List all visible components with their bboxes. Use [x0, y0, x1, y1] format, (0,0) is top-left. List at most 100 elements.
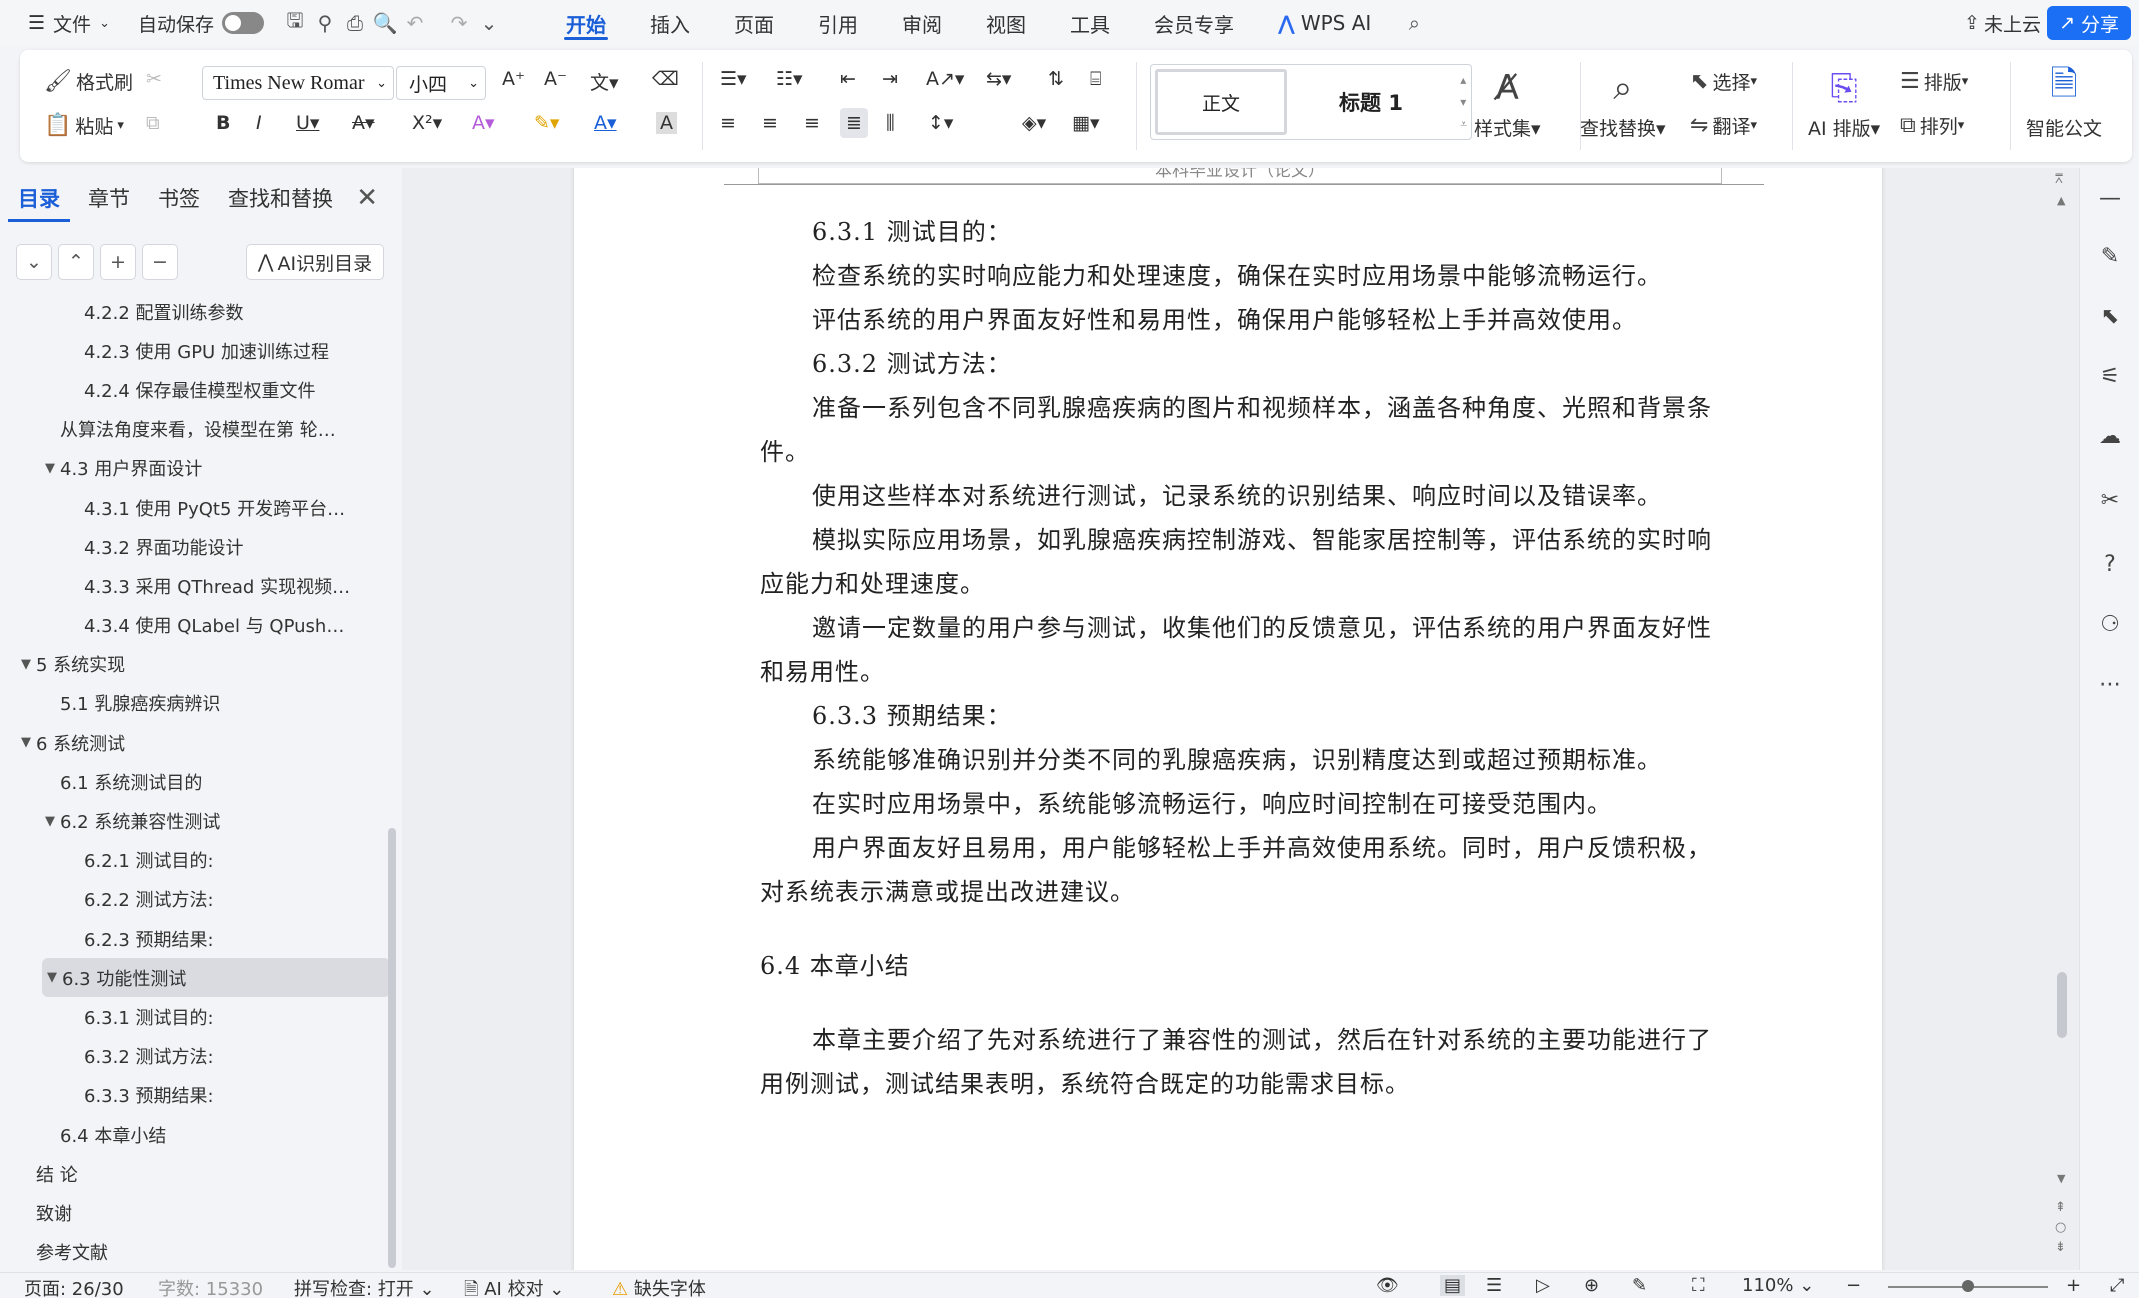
superscript-icon[interactable]: X²▾ — [412, 112, 442, 134]
toc-item[interactable]: 6.2.1 测试目的: — [0, 841, 390, 880]
zoom-in-icon[interactable]: + — [2066, 1275, 2081, 1296]
remove-icon[interactable]: − — [142, 244, 178, 280]
show-marks-icon[interactable]: ⌸ — [1090, 68, 1101, 90]
numbered-list-icon[interactable]: ☷▾ — [776, 68, 803, 90]
toc-item[interactable]: 6.4 本章小结 — [0, 1115, 390, 1154]
clothing-icon[interactable]: ⚆ — [2094, 608, 2126, 640]
select-button[interactable]: ⬉ 选择 ▾ — [1690, 68, 1757, 95]
close-icon[interactable]: ✕ — [356, 183, 378, 213]
print-icon[interactable]: ⎙ — [340, 8, 370, 38]
copy-icon[interactable]: ⧉ — [146, 112, 160, 134]
expand-caret-icon[interactable]: ▼ — [40, 814, 60, 829]
toc-item[interactable]: 6.1 系统测试目的 — [0, 762, 390, 801]
doc-paragraph[interactable]: 模拟实际应用场景，如乳腺癌疾病控制游戏、智能家居控制等，评估系统的实时响应能力和… — [760, 518, 1732, 606]
page-indicator[interactable]: 页面: 26/30 — [24, 1275, 124, 1298]
sort-icon[interactable]: ⇅ — [1048, 68, 1064, 90]
settings-sliders-icon[interactable]: ⚟ — [2094, 360, 2126, 392]
page-view-icon[interactable]: ▤ — [1440, 1275, 1466, 1296]
doc-paragraph[interactable]: 6.3.1 测试目的： — [760, 210, 1732, 254]
toc-item[interactable]: ▼ 4.3 用户界面设计 — [0, 449, 390, 488]
web-view-icon[interactable]: ⊕ — [1584, 1275, 1599, 1296]
format-painter-button[interactable]: 🖌 格式刷 — [44, 68, 133, 95]
zoom-out-icon[interactable]: − — [1846, 1275, 1861, 1296]
collapse-up-icon[interactable]: ⌃ — [58, 244, 94, 280]
paste-button[interactable]: 📋 粘贴 ▾ — [44, 112, 124, 139]
autosave-toggle[interactable]: 自动保存 — [130, 0, 280, 46]
spellcheck-toggle[interactable]: 拼写检查: 打开 ⌄ — [294, 1275, 435, 1298]
toc-item[interactable]: 4.2.4 保存最佳模型权重文件 — [0, 370, 390, 409]
toc-item[interactable]: 6.3.3 预期结果: — [0, 1076, 390, 1115]
toc-item[interactable]: 参考文献 — [0, 1233, 390, 1272]
toc-item[interactable]: 4.3.1 使用 PyQt5 开发跨平台… — [0, 488, 390, 527]
toc-item[interactable]: 6.2.2 测试方法: — [0, 880, 390, 919]
share-button[interactable]: ↗ 分享 — [2047, 6, 2131, 40]
nav-tab-toc[interactable]: 目录 — [8, 174, 70, 222]
gallery-scroll-icon[interactable]: ▴ ▾ ⩡ — [1460, 69, 1467, 135]
increase-indent-icon[interactable]: ⇥ — [882, 68, 898, 90]
toc-item[interactable]: ▼ 5 系统实现 — [0, 645, 390, 684]
nav-scrollbar[interactable] — [388, 828, 396, 1268]
align-right-icon[interactable]: ≡ — [804, 112, 820, 134]
toc-item[interactable]: 4.3.4 使用 QLabel 与 QPush… — [0, 606, 390, 645]
cloud-button[interactable]: ⇪ 未上云 — [1964, 6, 2041, 40]
style-heading-1[interactable]: 标题 1 — [1301, 69, 1441, 135]
toc-item[interactable]: 5.1 乳腺癌疾病辨识 — [0, 684, 390, 723]
ai-proofread-button[interactable]: 🗎 AI 校对 ⌄ — [464, 1275, 564, 1298]
toc-item[interactable]: 4.3.3 采用 QThread 实现视频… — [0, 566, 390, 605]
cut-icon[interactable]: ✂ — [146, 68, 162, 90]
italic-icon[interactable]: I — [256, 112, 262, 134]
shrink-font-icon[interactable]: A⁻ — [544, 68, 567, 90]
find-replace-button[interactable]: ⌕ 查找替换▾ — [1580, 62, 1666, 141]
tab-wps-ai[interactable]: ⋀ WPS AI — [1256, 0, 1393, 46]
tab-page[interactable]: 页面 — [712, 0, 796, 46]
tools-icon[interactable]: ✂ — [2094, 484, 2126, 516]
ai-toc-button[interactable]: ⋀ AI识别目录 — [246, 244, 384, 280]
typeset-button[interactable]: ☰ 排版 ▾ — [1900, 68, 1968, 95]
expand-caret-icon[interactable]: ▼ — [16, 657, 36, 672]
ai-layout-button[interactable]: ⎘ AI 排版▾ — [1808, 62, 1880, 141]
expand-caret-icon[interactable]: ▼ — [40, 461, 60, 476]
font-color-icon[interactable]: A▾ — [594, 112, 617, 134]
align-left-icon[interactable]: ≡ — [720, 112, 736, 134]
shading-icon[interactable]: ◈▾ — [1022, 112, 1046, 134]
text-effect-icon[interactable]: A▾ — [472, 112, 495, 134]
expand-caret-icon[interactable]: ▼ — [16, 735, 36, 750]
phonetic-guide-icon[interactable]: 文▾ — [590, 68, 619, 95]
print-preview-icon[interactable]: 🔍 — [370, 8, 400, 38]
help-icon[interactable]: ? — [2094, 548, 2126, 580]
doc-paragraph[interactable]: 6.3.3 预期结果： — [760, 694, 1732, 738]
ai-assistant-icon[interactable]: ☁ — [2094, 420, 2126, 452]
pen-view-icon[interactable]: ✎ — [1632, 1275, 1647, 1296]
nav-tab-sections[interactable]: 章节 — [78, 183, 140, 213]
tab-references[interactable]: 引用 — [796, 0, 880, 46]
add-icon[interactable]: + — [100, 244, 136, 280]
toc-item[interactable]: 结 论 — [0, 1154, 390, 1193]
convert-icon[interactable]: ⇆▾ — [986, 68, 1011, 90]
tab-home[interactable]: 开始 — [544, 0, 628, 46]
toc-item[interactable]: 从算法角度来看，设模型在第 轮… — [0, 410, 390, 449]
word-count[interactable]: 字数: 15330 — [158, 1275, 263, 1298]
play-icon[interactable]: ▷ — [1536, 1275, 1550, 1296]
scroll-top-icon[interactable]: ⩞ — [2055, 172, 2063, 187]
borders-icon[interactable]: ▦▾ — [1072, 112, 1100, 134]
toc-item[interactable]: 4.2.2 配置训练参数 — [0, 292, 390, 331]
autosave-switch[interactable] — [221, 12, 264, 34]
toc-item[interactable]: 6.2.3 预期结果: — [0, 919, 390, 958]
toc-item[interactable]: ▼ 6.2 系统兼容性测试 — [0, 801, 390, 840]
file-menu[interactable]: ☰ 文件 ⌄ — [20, 0, 118, 46]
scroll-thumb[interactable] — [2057, 972, 2067, 1038]
translate-button[interactable]: ⇋ 翻译 ▾ — [1690, 112, 1757, 139]
section-heading[interactable]: 6.4 本章小结 — [760, 944, 1732, 988]
tab-review[interactable]: 审阅 — [880, 0, 964, 46]
vertical-scrollbar[interactable]: ⩞ ▲ ▼ ⇞ ○ ⇟ — [2045, 168, 2079, 1270]
page-nav-icon[interactable]: ⇞ ○ ⇟ — [2055, 1198, 2066, 1258]
missing-font-button[interactable]: ⚠ 缺失字体 — [612, 1275, 706, 1298]
toc-item[interactable]: 6.3.2 测试方法: — [0, 1037, 390, 1076]
toc-item[interactable]: 6.3.1 测试目的: — [0, 997, 390, 1036]
eye-protect-icon[interactable]: 👁 — [1376, 1275, 1399, 1296]
doc-paragraph[interactable]: 邀请一定数量的用户参与测试，收集他们的反馈意见，评估系统的用户界面友好性和易用性… — [760, 606, 1732, 694]
outline-view-icon[interactable]: ☰ — [1486, 1275, 1502, 1296]
bold-icon[interactable]: B — [216, 112, 230, 134]
doc-paragraph[interactable]: 6.3.2 测试方法： — [760, 342, 1732, 386]
clear-format-icon[interactable]: ⌫ — [652, 68, 679, 90]
